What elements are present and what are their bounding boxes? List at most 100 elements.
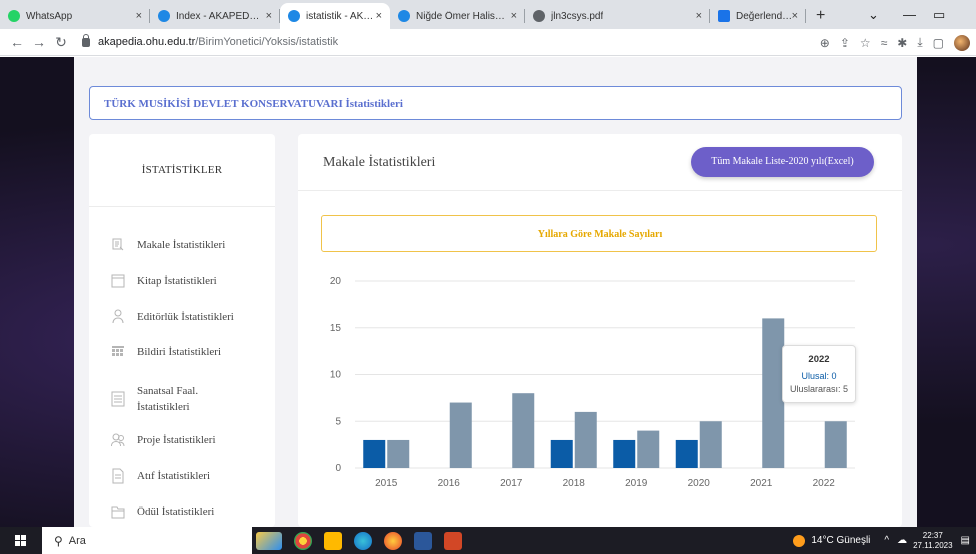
institution-header: TÜRK MUSİKİSİ DEVLET KONSERVATUVARI İsta…: [89, 86, 902, 120]
tab-separator: [805, 9, 806, 23]
tab-label: Değerlendirme Kılavu: [736, 10, 794, 22]
x-tick-label: 2021: [750, 478, 773, 489]
edge-icon[interactable]: [354, 531, 372, 550]
download-icon[interactable]: ⤓: [917, 35, 922, 50]
sidebar-item-label: Kitap İstatistikleri: [137, 275, 217, 287]
tab-label: jln3csys.pdf: [551, 10, 604, 22]
sidebar-item-atif[interactable]: Atıf İstatistikleri: [111, 468, 210, 484]
page-background: TÜRK MUSİKİSİ DEVLET KONSERVATUVARI İsta…: [0, 57, 976, 527]
browser-tab[interactable]: Değerlendirme Kılavu ×: [710, 3, 806, 29]
browser-tab[interactable]: Niğde Ömer Halisden ×: [390, 3, 525, 29]
firefox-icon[interactable]: [384, 531, 402, 550]
url-host: akapedia.ohu.edu.tr: [98, 36, 196, 48]
toolbar-icons: ⊕ ⇪ ☆ ≈ ✱ ⤓ ▢: [820, 29, 970, 56]
close-tab-icon[interactable]: ×: [266, 10, 272, 22]
users-icon: [111, 433, 125, 447]
widgets-icon[interactable]: [256, 531, 282, 550]
url-field[interactable]: akapedia.ohu.edu.tr/BirimYonetici/Yoksis…: [82, 33, 339, 48]
browser-tab-active[interactable]: istatistik - AKAPEDİA ×: [280, 3, 390, 29]
reload-icon[interactable]: ↻: [50, 34, 72, 51]
tab-label: WhatsApp: [26, 10, 73, 22]
taskbar-apps: [256, 527, 462, 554]
sidebar-item-proje[interactable]: Proje İstatistikleri: [111, 432, 216, 448]
folder-icon: [111, 506, 125, 519]
tooltip-ulusal: Ulusal: 0: [801, 371, 837, 381]
content-area: TÜRK MUSİKİSİ DEVLET KONSERVATUVARI İsta…: [74, 57, 917, 527]
powerpoint-icon[interactable]: [444, 531, 462, 550]
file-explorer-icon[interactable]: [324, 531, 342, 550]
bar-uluslararasi: [824, 421, 847, 468]
sidebar-item-sanatsal[interactable]: Sanatsal Faal. İstatistikleri: [111, 383, 198, 415]
profile-avatar[interactable]: [954, 34, 970, 51]
bar-ulusal: [613, 439, 636, 468]
sidepanel-icon[interactable]: ▢: [933, 36, 944, 50]
word-icon[interactable]: [414, 531, 432, 550]
windows-taskbar: ⚲ Ara 14°C Güneşli ^ ☁ 22:37 27.11.2023 …: [0, 527, 976, 554]
tooltip-title: 2022: [808, 354, 830, 365]
x-tick-label: 2022: [813, 478, 836, 489]
sidebar-item-label: Editörlük İstatistikleri: [137, 311, 234, 323]
close-tab-icon[interactable]: ×: [511, 10, 517, 22]
bar-uluslararasi: [387, 439, 410, 468]
akapedia-icon: [288, 10, 300, 22]
clock[interactable]: 22:37 27.11.2023: [913, 531, 952, 551]
sidebar-item-bildiri[interactable]: Bildiri İstatistikleri: [111, 344, 221, 360]
minimize-icon[interactable]: —: [903, 0, 916, 29]
url-path: /BirimYonetici/Yoksis/istatistik: [195, 36, 339, 48]
windows-start-icon[interactable]: [15, 535, 27, 547]
sidebar-divider: [89, 206, 275, 207]
forward-icon[interactable]: →: [28, 34, 50, 50]
article-icon: [112, 238, 124, 251]
restore-icon[interactable]: ▭: [933, 0, 945, 29]
akapedia-icon: [158, 10, 170, 22]
bookmark-star-icon[interactable]: ☆: [860, 36, 871, 50]
new-tab-button[interactable]: +: [806, 3, 835, 29]
network-icon[interactable]: ☁: [897, 535, 907, 546]
sidebar-item-label: Bildiri İstatistikleri: [137, 346, 222, 358]
weather-text[interactable]: 14°C Güneşli: [811, 535, 870, 546]
close-tab-icon[interactable]: ×: [136, 10, 142, 22]
browser-tab[interactable]: Index - AKAPEDİA | A ×: [150, 3, 280, 29]
bar-uluslararasi: [699, 421, 722, 468]
bar-uluslararasi: [512, 393, 535, 468]
sidebar-item-kitap[interactable]: Kitap İstatistikleri: [111, 273, 217, 289]
lock-icon[interactable]: [82, 33, 90, 47]
close-tab-icon[interactable]: ×: [376, 10, 382, 22]
close-tab-icon[interactable]: ×: [792, 10, 798, 22]
whatsapp-icon: [8, 10, 20, 22]
taskbar-search[interactable]: ⚲ Ara: [42, 527, 252, 554]
search-icon: ⚲: [54, 533, 63, 548]
puzzle-icon[interactable]: ✱: [897, 36, 907, 50]
sidebar-item-label: Atıf İstatistikleri: [137, 470, 211, 482]
x-tick-label: 2015: [375, 478, 398, 489]
notification-icon[interactable]: ▤: [961, 535, 970, 546]
akapedia-icon: [398, 10, 410, 22]
x-tick-label: 2020: [688, 478, 711, 489]
zoom-icon[interactable]: ⊕: [820, 36, 830, 50]
back-icon[interactable]: ←: [6, 34, 28, 50]
browser-tab[interactable]: jln3csys.pdf ×: [525, 3, 710, 29]
tab-search-icon[interactable]: ⌄: [868, 0, 879, 29]
tray-chevron-icon[interactable]: ^: [884, 535, 889, 546]
address-bar: ← → ↻ akapedia.ohu.edu.tr/BirimYonetici/…: [0, 29, 976, 56]
y-tick-label: 5: [335, 416, 341, 427]
tooltip-uluslararasi: Uluslararası: 5: [789, 384, 849, 394]
share-icon[interactable]: ⇪: [840, 36, 850, 50]
x-tick-label: 2018: [563, 478, 586, 489]
sidebar-item-makale[interactable]: Makale İstatistikleri: [111, 237, 225, 253]
sidebar-item-odul[interactable]: Ödül İstatistikleri: [111, 504, 214, 520]
feather-icon: [718, 10, 730, 22]
tab-label: istatistik - AKAPEDİA: [306, 10, 376, 22]
excel-export-button[interactable]: Tüm Makale Liste-2020 yılı(Excel): [691, 147, 874, 177]
browser-tab-strip: WhatsApp × Index - AKAPEDİA | A × istati…: [0, 0, 976, 29]
close-tab-icon[interactable]: ×: [696, 10, 702, 22]
bar-ulusal: [675, 439, 698, 468]
browser-tab[interactable]: WhatsApp ×: [0, 3, 150, 29]
sidebar-item-label: Makale İstatistikleri: [137, 239, 226, 251]
chrome-icon[interactable]: [294, 531, 312, 550]
sidebar-item-editorluk[interactable]: Editörlük İstatistikleri: [111, 309, 234, 325]
weather-sun-icon[interactable]: [793, 534, 806, 547]
tab-label: Niğde Ömer Halisden: [416, 10, 508, 22]
chart-heading-box: Yıllara Göre Makale Sayıları: [321, 215, 877, 252]
extension-icon[interactable]: ≈: [881, 36, 888, 50]
